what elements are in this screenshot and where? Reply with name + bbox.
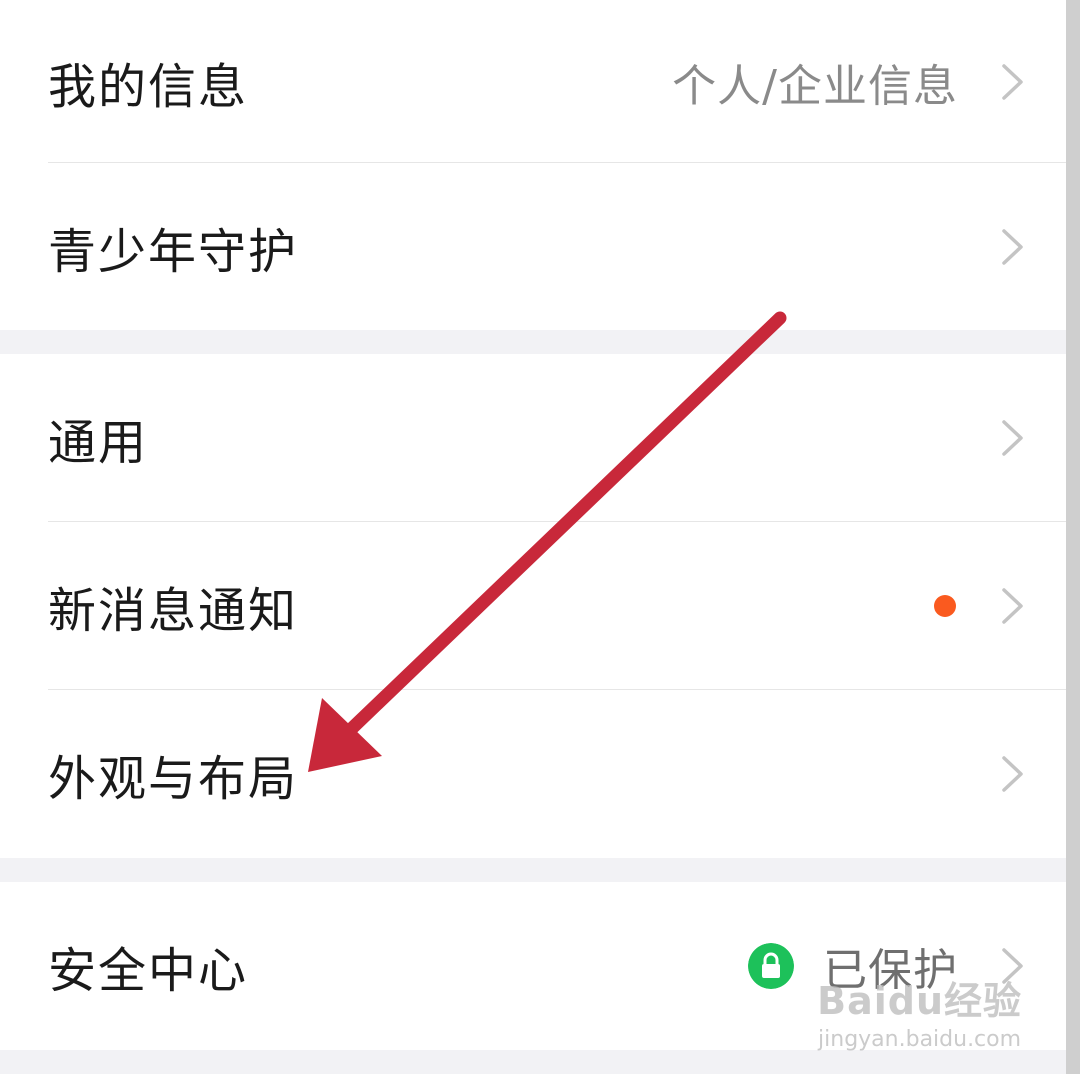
settings-row-new-message-notification[interactable]: 新消息通知 [0, 522, 1080, 690]
chevron-right-icon [1002, 63, 1023, 100]
settings-row-my-info[interactable]: 我的信息 个人/企业信息 [0, 0, 1080, 163]
chevron-right-icon [1002, 228, 1023, 265]
general-label: 通用 [48, 415, 149, 471]
settings-row-appearance-layout[interactable]: 外观与布局 [0, 690, 1080, 858]
settings-group-general: 通用 新消息通知 外观与布局 [0, 354, 1080, 858]
my-info-label: 我的信息 [48, 58, 249, 115]
scroll-edge [1066, 0, 1080, 1074]
new-message-notification-label: 新消息通知 [48, 583, 299, 639]
chevron-right-icon [1002, 588, 1023, 624]
baidu-jingyan-watermark: Baidu经验 jingyan.baidu.com [817, 970, 1022, 1052]
new-notification-dot [934, 595, 956, 617]
settings-row-youth-protection[interactable]: 青少年守护 [0, 163, 1080, 330]
security-center-label: 安全中心 [48, 943, 249, 999]
watermark-url: jingyan.baidu.com [818, 1027, 1022, 1052]
settings-row-general[interactable]: 通用 [0, 354, 1080, 522]
my-info-value: 个人/企业信息 [672, 60, 958, 112]
lock-icon [748, 943, 794, 989]
watermark-logo: Baidu经验 [817, 979, 1022, 1023]
appearance-layout-label: 外观与布局 [48, 751, 299, 807]
chevron-right-icon [1002, 756, 1023, 792]
settings-group-account: 我的信息 个人/企业信息 青少年守护 [0, 0, 1080, 330]
chevron-right-icon [1002, 420, 1023, 456]
youth-protection-label: 青少年守护 [48, 223, 299, 280]
